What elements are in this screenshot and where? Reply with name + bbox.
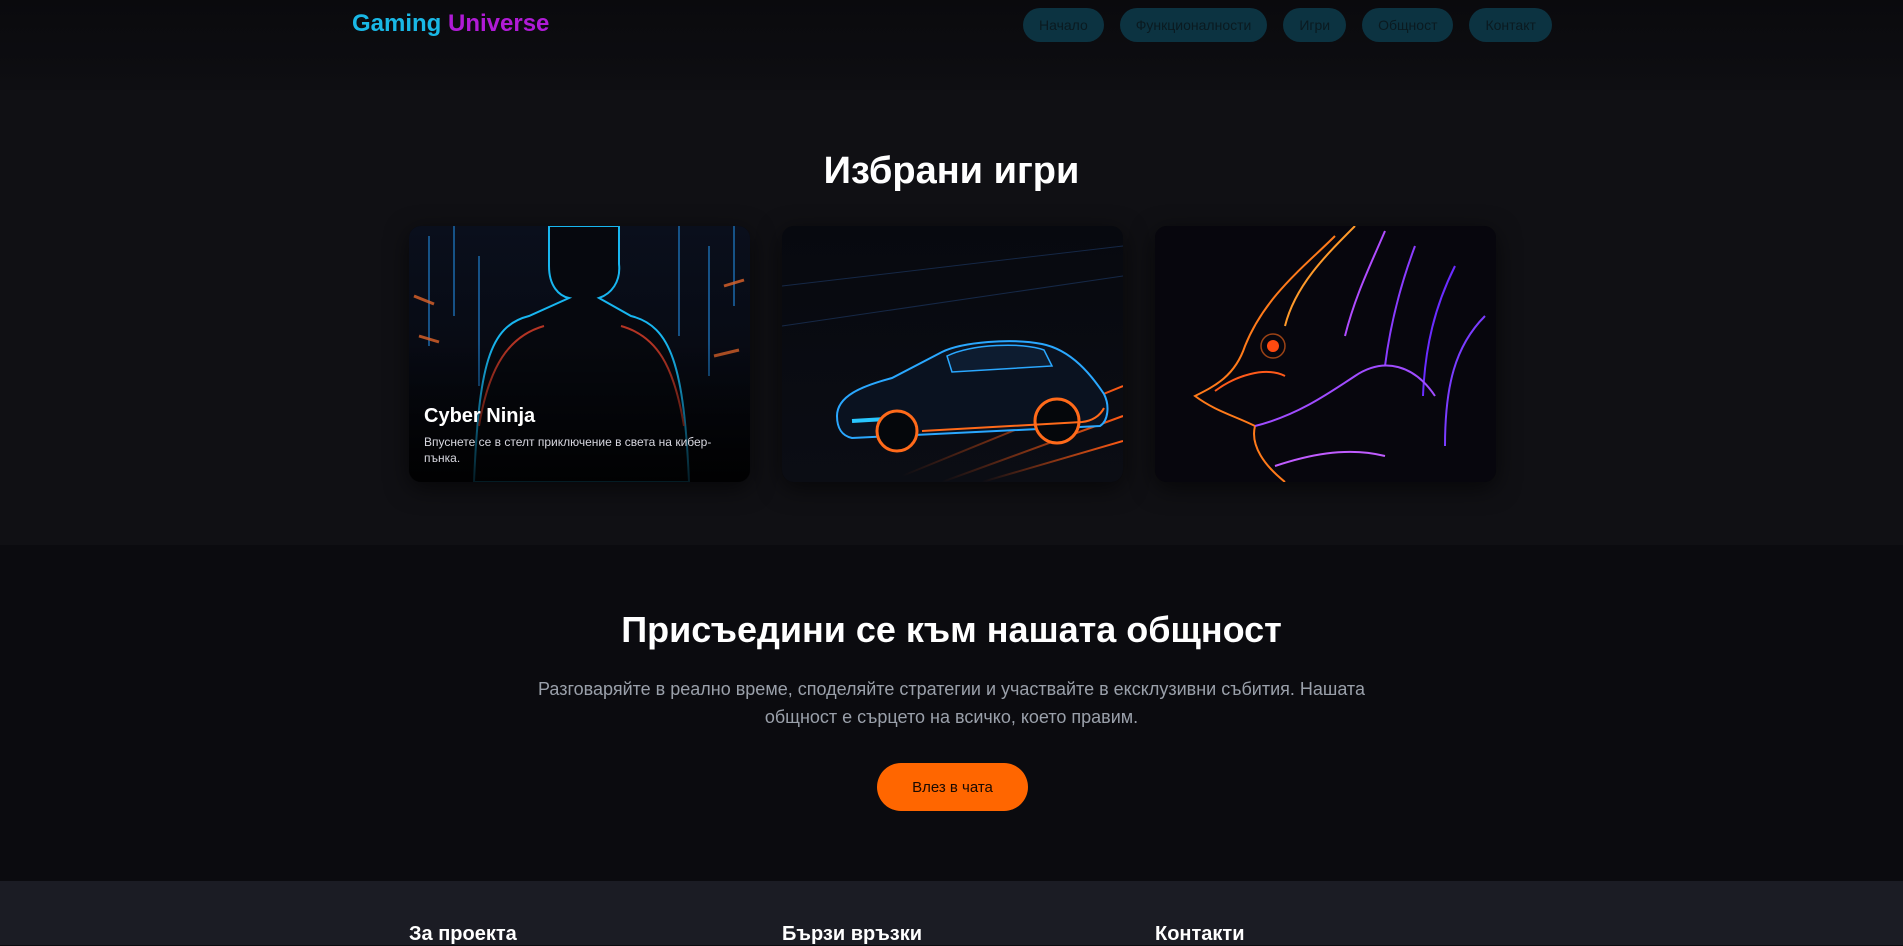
community-section: Присъедини се към нашата общност Разгова… <box>0 545 1903 881</box>
nav-item-features[interactable]: Функционалности <box>1119 8 1268 42</box>
card-overlay: Cyber Ninja Впуснете се в стелт приключе… <box>409 405 750 482</box>
logo-text-gaming: Gaming <box>352 10 442 37</box>
main-nav: Начало Функционалности Игри Общност Конт… <box>1023 8 1552 42</box>
card-description: Впуснете се в стелт приключение в света … <box>424 435 712 465</box>
logo-text-universe: Universe <box>448 10 550 37</box>
nav-item-games[interactable]: Игри <box>1283 8 1347 42</box>
game-cards: Cyber Ninja Впуснете се в стелт приключе… <box>409 226 1496 482</box>
nav-item-community[interactable]: Общност <box>1362 8 1454 42</box>
game-card-neon-dragon[interactable] <box>1155 226 1496 482</box>
featured-games-section: Избрани игри Cyber Ninja Впуснете се в с… <box>0 90 1903 545</box>
nav-item-home[interactable]: Начало <box>1023 8 1104 42</box>
enter-chat-button[interactable]: Влез в чата <box>877 763 1028 811</box>
footer-heading-contacts: Контакти <box>1155 923 1245 945</box>
community-title: Присъедини се към нашата общност <box>621 609 1282 650</box>
community-description: Разговаряйте в реално време, споделяйте … <box>538 679 1365 727</box>
game-card-neon-car[interactable] <box>782 226 1123 482</box>
site-header: Gaming Universe Начало Функционалности И… <box>0 0 1903 90</box>
site-footer: За проекта Бързи връзки Контакти <box>0 881 1903 945</box>
featured-games-title: Избрани игри <box>823 150 1080 192</box>
footer-heading-about: За проекта <box>409 923 517 945</box>
site-logo[interactable]: Gaming Universe <box>352 10 549 38</box>
game-card-cyber-ninja[interactable]: Cyber Ninja Впуснете се в стелт приключе… <box>409 226 750 482</box>
neon-car-image <box>782 226 1123 482</box>
nav-item-contact[interactable]: Контакт <box>1469 8 1552 42</box>
footer-heading-quick-links: Бързи връзки <box>782 923 923 945</box>
card-title: Cyber Ninja <box>424 405 536 427</box>
neon-dragon-image <box>1155 226 1496 482</box>
